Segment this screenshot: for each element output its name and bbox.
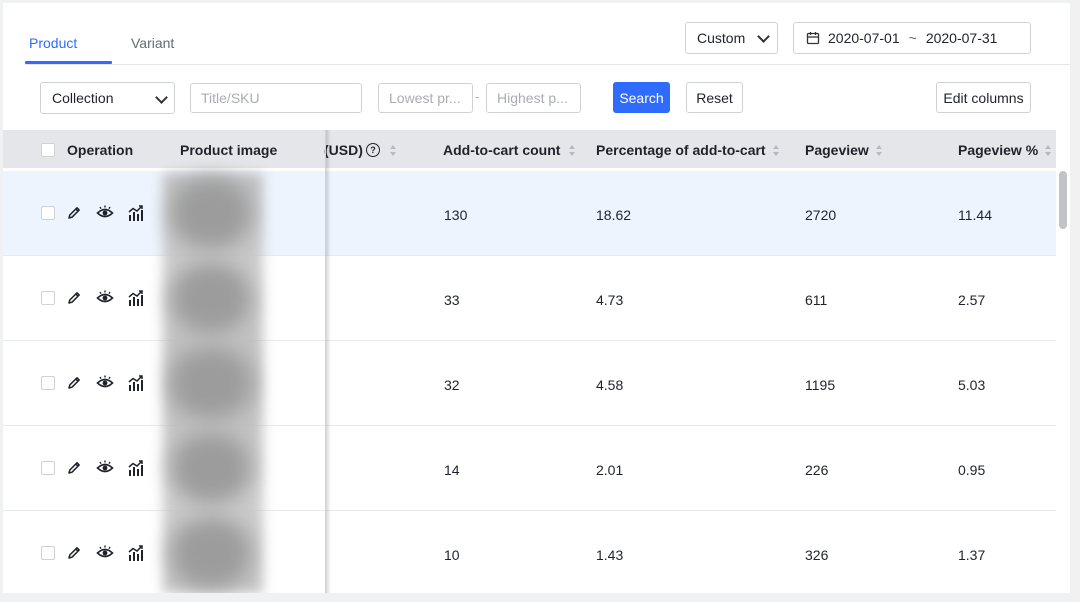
chevron-down-icon: [155, 91, 168, 104]
row-checkbox[interactable]: [41, 376, 55, 390]
calendar-icon: [806, 32, 820, 45]
row-checkbox[interactable]: [41, 546, 55, 560]
column-header-pct-add-to-cart[interactable]: Percentage of add-to-cart: [596, 142, 766, 158]
sort-icon[interactable]: [390, 144, 396, 158]
table-row[interactable]: 10 1.43 326 1.37: [3, 511, 1056, 593]
date-range-select[interactable]: Custom: [685, 22, 778, 54]
price-range-dash: -: [475, 89, 480, 104]
edit-icon[interactable]: [65, 544, 83, 562]
date-start[interactable]: 2020-07-01: [828, 30, 900, 46]
analytics-icon[interactable]: [127, 204, 145, 222]
sort-icon[interactable]: [569, 144, 575, 158]
table-row[interactable]: 130 18.62 2720 11.44: [3, 171, 1056, 256]
collection-select[interactable]: Collection: [40, 82, 175, 114]
date-range-picker[interactable]: 2020-07-01 ~ 2020-07-31: [793, 22, 1031, 54]
row-checkbox[interactable]: [41, 291, 55, 305]
cell-pageview-pct: 2.57: [958, 292, 986, 308]
lowest-price-placeholder: Lowest pr...: [389, 90, 461, 106]
cell-pct-add-to-cart: 4.73: [596, 292, 624, 308]
highest-price-input[interactable]: Highest p...: [486, 83, 581, 113]
column-header-pageview[interactable]: Pageview: [805, 142, 869, 158]
cell-pct-add-to-cart: 1.43: [596, 547, 624, 563]
reset-button[interactable]: Reset: [686, 82, 743, 113]
column-header-product-image: Product image: [180, 142, 278, 158]
product-image: [171, 178, 251, 248]
sort-icon[interactable]: [876, 144, 882, 158]
eye-icon[interactable]: [96, 204, 114, 222]
cell-pageview-pct: 0.95: [958, 462, 986, 478]
product-image: [171, 518, 251, 588]
edit-icon[interactable]: [65, 289, 83, 307]
sort-icon[interactable]: [773, 144, 779, 158]
table-row[interactable]: 33 4.73 611 2.57: [3, 256, 1056, 341]
table-row[interactable]: 14 2.01 226 0.95: [3, 426, 1056, 511]
date-end[interactable]: 2020-07-31: [926, 30, 998, 46]
analytics-icon[interactable]: [127, 544, 145, 562]
collection-select-value: Collection: [52, 90, 114, 106]
select-all-checkbox[interactable]: [41, 143, 55, 157]
edit-icon[interactable]: [65, 459, 83, 477]
edit-icon[interactable]: [65, 204, 83, 222]
tab-variant[interactable]: Variant: [131, 35, 174, 51]
product-image: [171, 348, 251, 418]
cell-pageview-pct: 1.37: [958, 547, 986, 563]
row-checkbox[interactable]: [41, 461, 55, 475]
product-image: [171, 263, 251, 333]
cell-pageview-pct: 5.03: [958, 377, 986, 393]
lowest-price-input[interactable]: Lowest pr...: [378, 83, 473, 113]
table-row[interactable]: 32 4.58 1195 5.03: [3, 341, 1056, 426]
cell-pageview-pct: 11.44: [958, 207, 992, 223]
title-sku-placeholder: Title/SKU: [201, 90, 260, 106]
help-icon[interactable]: ?: [366, 143, 380, 157]
cell-pct-add-to-cart: 18.62: [596, 207, 632, 223]
chevron-down-icon: [757, 30, 770, 43]
date-separator: ~: [908, 30, 917, 46]
edit-icon[interactable]: [65, 374, 83, 392]
eye-icon[interactable]: [96, 544, 114, 562]
cell-pct-add-to-cart: 2.01: [596, 462, 624, 478]
eye-icon[interactable]: [96, 459, 114, 477]
cell-add-to-cart: 10: [444, 547, 460, 563]
analytics-icon[interactable]: [127, 374, 145, 392]
vertical-scrollbar[interactable]: [1059, 171, 1067, 229]
sort-icon[interactable]: [1045, 144, 1051, 158]
fixed-column-divider: [325, 130, 326, 593]
title-sku-input[interactable]: Title/SKU: [190, 83, 362, 113]
date-range-select-value: Custom: [697, 30, 746, 46]
cell-pageview: 2720: [805, 207, 837, 223]
tabs-divider: [25, 64, 1070, 65]
row-checkbox[interactable]: [41, 206, 55, 220]
cell-pageview: 326: [805, 547, 829, 563]
cell-add-to-cart: 32: [444, 377, 460, 393]
product-image: [171, 433, 251, 503]
eye-icon[interactable]: [96, 374, 114, 392]
column-header-pageview-pct[interactable]: Pageview %: [958, 142, 1038, 158]
cell-pageview: 611: [805, 292, 828, 308]
analytics-card: Product Variant Custom 2020-07-01 ~ 2020…: [3, 3, 1070, 593]
cell-pageview: 226: [805, 462, 829, 478]
tab-product[interactable]: Product: [29, 35, 77, 51]
cell-add-to-cart: 130: [444, 207, 468, 223]
cell-add-to-cart: 14: [444, 462, 460, 478]
column-header-operation: Operation: [67, 142, 134, 158]
edit-columns-button[interactable]: Edit columns: [936, 82, 1031, 113]
search-button[interactable]: Search: [613, 82, 670, 113]
highest-price-placeholder: Highest p...: [497, 90, 568, 106]
cell-pageview: 1195: [805, 377, 836, 393]
eye-icon[interactable]: [96, 289, 114, 307]
column-header-add-to-cart[interactable]: Add-to-cart count: [443, 142, 560, 158]
cell-pct-add-to-cart: 4.58: [596, 377, 624, 393]
cell-add-to-cart: 33: [444, 292, 460, 308]
analytics-icon[interactable]: [127, 289, 145, 307]
analytics-icon[interactable]: [127, 459, 145, 477]
